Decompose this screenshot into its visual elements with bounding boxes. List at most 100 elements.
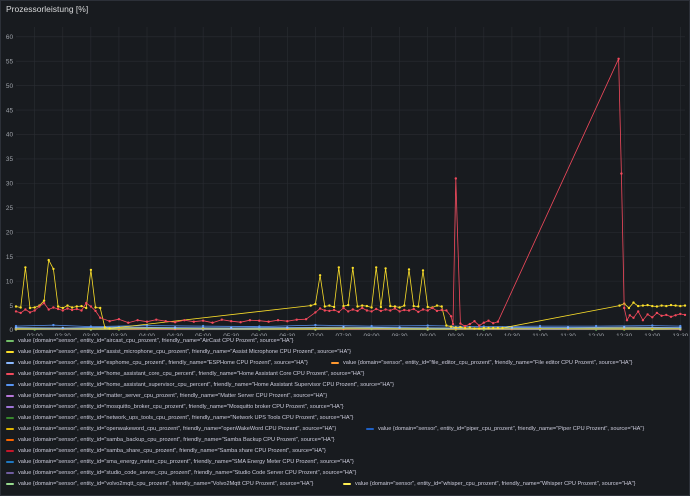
legend-item[interactable]: value {domain="sensor", entity_id="home_…	[6, 380, 394, 391]
data-point	[618, 304, 621, 307]
data-point	[651, 316, 654, 319]
legend-item[interactable]: value {domain="sensor", entity_id="espho…	[6, 358, 308, 369]
data-point	[632, 316, 635, 319]
legend-item[interactable]: value {domain="sensor", entity_id="samba…	[6, 446, 326, 457]
data-point	[33, 306, 36, 309]
data-point	[356, 309, 359, 313]
data-point	[42, 299, 46, 302]
data-point	[314, 323, 317, 327]
legend-item[interactable]: value {domain="sensor", entity_id="volvo…	[6, 479, 313, 490]
data-point	[665, 304, 668, 308]
data-point	[323, 305, 326, 308]
data-point	[431, 306, 434, 310]
chart-panel: Prozessorleistung [%] 0 5 10 15 20 25 30 35 40 45…	[0, 0, 690, 496]
data-point	[14, 305, 18, 308]
data-point	[679, 324, 682, 328]
data-point	[80, 304, 83, 308]
data-point	[669, 303, 673, 307]
data-point	[89, 305, 93, 308]
legend-swatch	[6, 350, 14, 353]
data-point	[492, 326, 495, 330]
legend-item[interactable]: value {domain="sensor", entity_id="mosqu…	[6, 402, 344, 413]
data-point	[435, 304, 439, 307]
data-point	[230, 326, 233, 330]
data-point	[379, 309, 383, 313]
data-point	[103, 326, 107, 329]
data-point	[14, 324, 18, 328]
legend-label: value {domain="sensor", entity_id="file_…	[343, 360, 633, 366]
data-point	[445, 324, 448, 327]
data-point	[127, 321, 130, 324]
data-point	[496, 326, 500, 330]
y-tick-label: 15	[6, 254, 14, 261]
legend-item[interactable]: value {domain="sensor", entity_id="openw…	[6, 424, 336, 435]
data-point	[347, 303, 350, 307]
data-point	[459, 322, 462, 325]
y-tick-label: 25	[6, 205, 14, 212]
legend-label: value {domain="sensor", entity_id="sma_e…	[18, 459, 354, 465]
data-point	[85, 306, 88, 310]
data-point	[421, 308, 425, 311]
data-point	[679, 304, 682, 308]
legend-item[interactable]: value {domain="sensor", entity_id="piper…	[366, 424, 644, 435]
data-point	[379, 305, 383, 309]
legend-label: value {domain="sensor", entity_id="studi…	[18, 470, 357, 476]
legend-label: value {domain="sensor", entity_id="volvo…	[18, 481, 314, 487]
data-point	[70, 306, 74, 309]
legend-item[interactable]: value {domain="sensor", entity_id="whisp…	[343, 479, 636, 490]
data-point	[201, 319, 205, 322]
data-point	[651, 304, 654, 308]
data-point	[258, 325, 261, 328]
data-point	[332, 308, 336, 312]
data-point	[669, 315, 673, 318]
legend-item[interactable]: value {domain="sensor", entity_id="studi…	[6, 468, 356, 479]
legend-item[interactable]: value {domain="sensor", entity_id="matte…	[6, 391, 327, 402]
data-point	[646, 313, 649, 316]
data-point	[99, 306, 102, 310]
legend-label: value {domain="sensor", entity_id="samba…	[18, 448, 326, 454]
data-point	[617, 57, 620, 60]
data-point	[248, 319, 252, 322]
legend-swatch	[343, 482, 351, 485]
data-point	[398, 310, 401, 313]
data-point	[384, 267, 387, 270]
data-point	[314, 302, 317, 306]
data-point	[365, 309, 369, 312]
y-tick-label: 10	[6, 278, 14, 285]
data-point	[61, 326, 64, 330]
data-point	[440, 308, 443, 312]
data-point	[451, 322, 455, 326]
data-point	[417, 305, 420, 308]
data-point	[230, 320, 233, 323]
legend-item[interactable]: value {domain="sensor", entity_id="home_…	[6, 369, 364, 380]
legend-item[interactable]: value {domain="sensor", entity_id="samba…	[6, 435, 335, 446]
data-point	[473, 320, 476, 323]
data-point	[683, 304, 687, 307]
legend-item[interactable]: value {domain="sensor", entity_id="netwo…	[6, 413, 353, 424]
data-point	[375, 266, 378, 269]
legend-item[interactable]: value {domain="sensor", entity_id="sma_e…	[6, 457, 354, 468]
data-point	[173, 326, 177, 329]
y-tick-label: 60	[6, 34, 14, 41]
data-point	[220, 318, 223, 321]
data-point	[478, 324, 481, 327]
legend-swatch	[331, 361, 339, 364]
data-point	[623, 325, 626, 329]
legend-item[interactable]: value {domain="sensor", entity_id="file_…	[331, 358, 633, 369]
data-point	[61, 309, 64, 312]
legend-item[interactable]: value {domain="sensor", entity_id="assis…	[6, 347, 351, 358]
data-point	[304, 318, 308, 321]
data-point	[449, 325, 453, 328]
data-point	[384, 308, 387, 311]
data-point	[258, 319, 261, 322]
data-point	[145, 324, 149, 327]
legend-label: value {domain="sensor", entity_id="mosqu…	[18, 404, 344, 410]
legend-label: value {domain="sensor", entity_id="openw…	[18, 426, 337, 432]
data-point	[463, 324, 467, 328]
legend-item[interactable]: value {domain="sensor", entity_id="airca…	[6, 336, 294, 347]
data-point	[309, 304, 312, 307]
data-point	[389, 309, 392, 312]
data-point	[94, 309, 97, 313]
data-point	[52, 323, 55, 327]
data-point	[435, 309, 439, 313]
